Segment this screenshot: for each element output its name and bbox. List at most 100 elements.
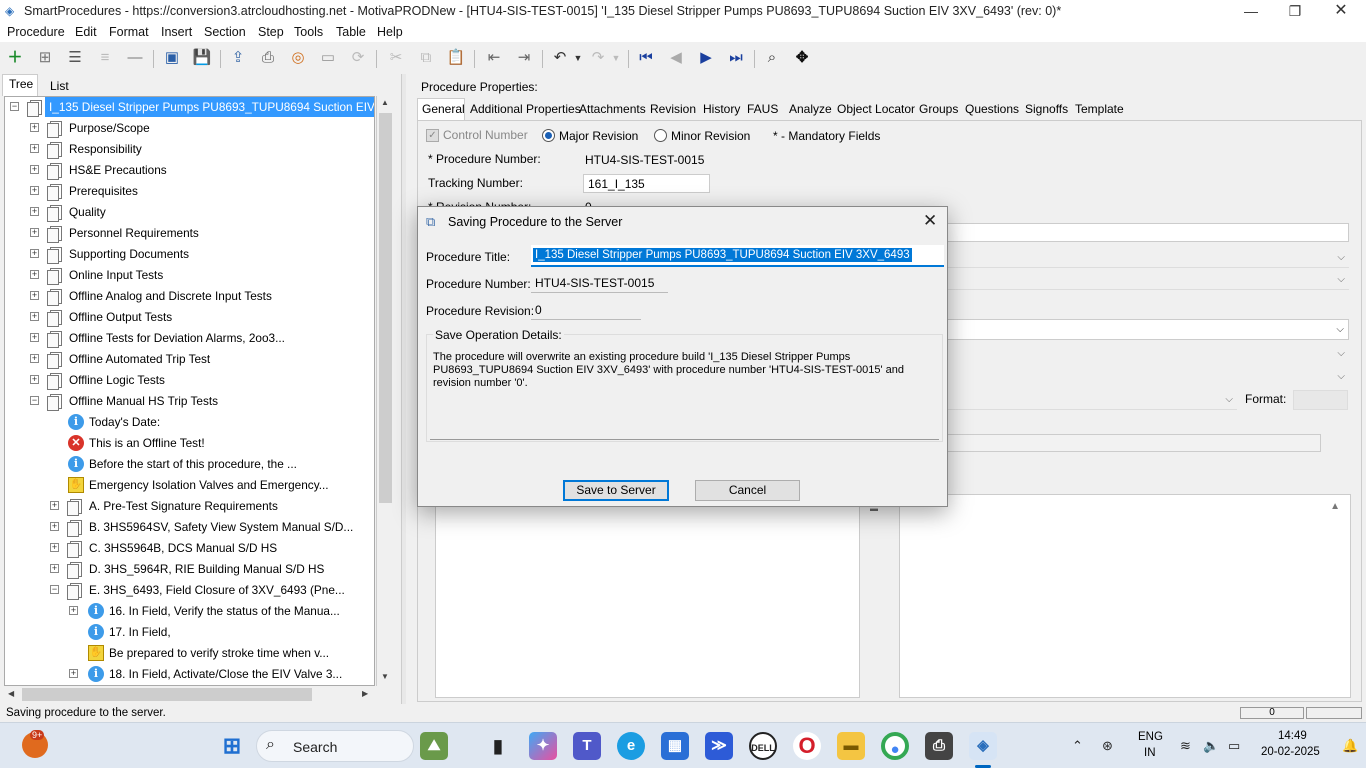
- tab-object-locator[interactable]: Object Locator: [837, 102, 915, 116]
- editor-scrollbar[interactable]: ▬: [863, 494, 885, 698]
- indent-icon[interactable]: ≡: [95, 48, 115, 68]
- widgets-icon[interactable]: ⛰: [420, 732, 448, 760]
- format-field[interactable]: [1293, 390, 1348, 410]
- menu-tools[interactable]: Tools: [294, 25, 323, 39]
- dropdown-6[interactable]: ⌵: [945, 390, 1237, 410]
- file-explorer-icon[interactable]: ▬: [837, 732, 865, 760]
- restore-button[interactable]: ❐: [1272, 0, 1318, 22]
- scroll-thumb[interactable]: [379, 113, 392, 503]
- first-icon[interactable]: ⏮: [636, 48, 656, 68]
- spell-icon[interactable]: ◎: [288, 48, 308, 68]
- menu-procedure[interactable]: Procedure: [7, 25, 65, 39]
- tree-vertical-scrollbar[interactable]: ▲ ▼: [376, 96, 393, 686]
- dropdown-4[interactable]: ⌵: [945, 344, 1349, 364]
- title-field[interactable]: [945, 223, 1349, 242]
- tree-horizontal-scrollbar[interactable]: ◀ ▶: [4, 686, 375, 703]
- save-icon[interactable]: 💾: [192, 48, 212, 68]
- smartprocedures-taskbar-icon[interactable]: ◈: [969, 732, 997, 760]
- splitter[interactable]: [401, 74, 406, 704]
- tab-tree[interactable]: Tree: [9, 77, 33, 91]
- paste-icon[interactable]: 📋: [446, 48, 466, 68]
- dropdown-2[interactable]: ⌵: [945, 270, 1349, 290]
- outdent-icon[interactable]: ⇤: [484, 48, 504, 68]
- frame-icon[interactable]: ▭: [318, 48, 338, 68]
- major-revision-radio[interactable]: [542, 129, 555, 142]
- clock-date[interactable]: 20-02-2025: [1261, 746, 1320, 758]
- dell-icon[interactable]: DELL: [749, 732, 777, 760]
- refresh-icon[interactable]: ⟳: [348, 48, 368, 68]
- menu-edit[interactable]: Edit: [75, 25, 97, 39]
- tab-general[interactable]: General: [422, 102, 465, 116]
- hscroll-thumb[interactable]: [22, 688, 312, 701]
- tab-faus[interactable]: FAUS: [747, 102, 778, 116]
- tab-analyze[interactable]: Analyze: [789, 102, 832, 116]
- search-box[interactable]: ⌕ Search: [256, 730, 414, 762]
- redo-icon[interactable]: ↷: [588, 48, 608, 68]
- language-secondary[interactable]: IN: [1144, 747, 1156, 759]
- tab-questions[interactable]: Questions: [965, 102, 1019, 116]
- add-icon[interactable]: ＋: [5, 48, 25, 68]
- indent-more-icon[interactable]: ⇥: [514, 48, 534, 68]
- copy-icon[interactable]: ⧉: [416, 48, 436, 68]
- tab-additional[interactable]: Additional Properties: [470, 102, 581, 116]
- procedure-title-input[interactable]: I_135 Diesel Stripper Pumps PU8693_TUPU8…: [531, 245, 944, 267]
- tab-template[interactable]: Template: [1075, 102, 1124, 116]
- edge-icon[interactable]: e: [617, 732, 645, 760]
- description-editor[interactable]: [435, 494, 860, 698]
- tab-history[interactable]: History: [703, 102, 740, 116]
- notes-editor[interactable]: ▲: [899, 494, 1351, 698]
- clock-time[interactable]: 14:49: [1278, 730, 1307, 742]
- find-icon[interactable]: ⌕: [762, 48, 782, 68]
- list-icon[interactable]: ☰: [65, 48, 85, 68]
- tab-revision[interactable]: Revision: [650, 102, 696, 116]
- app-icon-2[interactable]: ⎙: [925, 732, 953, 760]
- wifi-icon[interactable]: ≋: [1180, 738, 1191, 754]
- menu-help[interactable]: Help: [377, 25, 403, 39]
- store-icon[interactable]: ▦: [661, 732, 689, 760]
- next-icon[interactable]: ▶: [696, 48, 716, 68]
- add-child-icon[interactable]: ⊞: [35, 48, 55, 68]
- minimize-button[interactable]: —: [1228, 0, 1274, 22]
- redo-dropdown-icon[interactable]: ▼: [606, 48, 626, 68]
- tree-root[interactable]: I_135 Diesel Stripper Pumps PU8693_TUPU8…: [45, 97, 374, 117]
- cancel-button[interactable]: Cancel: [695, 480, 800, 501]
- menu-format[interactable]: Format: [109, 25, 149, 39]
- language-primary[interactable]: ENG: [1138, 731, 1163, 743]
- volume-icon[interactable]: 🔈: [1203, 738, 1219, 754]
- last-icon[interactable]: ⏭: [726, 48, 746, 68]
- dropdown-1[interactable]: ⌵: [945, 248, 1349, 268]
- copilot-icon[interactable]: ✦: [529, 732, 557, 760]
- menu-section[interactable]: Section: [204, 25, 246, 39]
- menu-insert[interactable]: Insert: [161, 25, 192, 39]
- battery-icon[interactable]: ▭: [1228, 738, 1240, 754]
- menu-table[interactable]: Table: [336, 25, 366, 39]
- tracking-number-input[interactable]: 161_I_135: [583, 174, 710, 193]
- save-all-icon[interactable]: ▣: [162, 48, 182, 68]
- remove-icon[interactable]: —: [125, 48, 145, 68]
- dialog-close-icon[interactable]: ✕: [923, 211, 937, 231]
- collapse-icon[interactable]: −: [10, 102, 19, 111]
- close-window-button[interactable]: ✕: [1318, 0, 1364, 22]
- vpn-icon[interactable]: ⊛: [1102, 738, 1113, 754]
- chrome-icon[interactable]: ●: [881, 732, 909, 760]
- dropdown-3[interactable]: ⌵: [945, 319, 1349, 340]
- save-to-server-button[interactable]: Save to Server: [563, 480, 669, 501]
- previous-icon[interactable]: ◀: [666, 48, 686, 68]
- remote-icon[interactable]: ≫: [705, 732, 733, 760]
- tab-signoffs[interactable]: Signoffs: [1025, 102, 1068, 116]
- undo-dropdown-icon[interactable]: ▼: [568, 48, 588, 68]
- task-view-icon[interactable]: ▮: [484, 732, 512, 760]
- tab-list[interactable]: List: [50, 79, 69, 93]
- undo-icon[interactable]: ↶: [550, 48, 570, 68]
- teams-icon[interactable]: T: [573, 732, 601, 760]
- dropdown-5[interactable]: ⌵: [945, 367, 1349, 387]
- bell-icon[interactable]: 🔔: [1342, 738, 1358, 754]
- tab-groups[interactable]: Groups: [919, 102, 958, 116]
- minor-revision-radio[interactable]: [654, 129, 667, 142]
- tab-attachments[interactable]: Attachments: [579, 102, 646, 116]
- opera-icon[interactable]: O: [793, 732, 821, 760]
- print-icon[interactable]: ⎙: [258, 48, 278, 68]
- chevron-up-icon[interactable]: ⌃: [1072, 738, 1083, 754]
- control-number-checkbox[interactable]: ✓: [426, 129, 439, 142]
- menu-step[interactable]: Step: [258, 25, 284, 39]
